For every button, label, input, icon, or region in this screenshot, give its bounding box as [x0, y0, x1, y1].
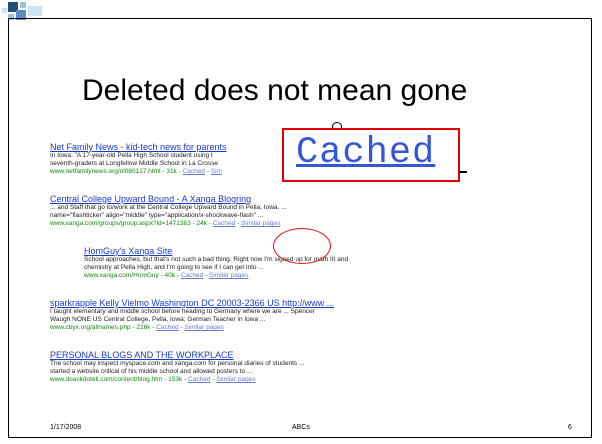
result-snippet: Waugh NONE US Central College, Pella, Io…: [50, 316, 266, 323]
result-title-link[interactable]: PERSONAL BLOGS AND THE WORKPLACE: [50, 350, 304, 360]
result-snippet: In Iowa: "A 17-year-old Pella High Schoo…: [50, 152, 213, 159]
result-snippet: seventh-graders at Longfellow Middle Sch…: [50, 160, 219, 167]
corner-square: [2, 8, 7, 13]
search-result: PERSONAL BLOGS AND THE WORKPLACE The sch…: [50, 350, 304, 384]
result-url: www.doaskdotell.com/content/blog.htm - 1…: [50, 376, 189, 383]
slide-number: 6: [568, 424, 572, 431]
result-url: www.cbyx.org/allnames.php - 226k -: [50, 324, 157, 331]
result-url: www.xanga.com/HomGuy - 40k -: [84, 272, 181, 279]
cached-link[interactable]: Cached: [213, 220, 235, 227]
result-snippet: ... and Staff that go to/work at the Cen…: [50, 204, 287, 211]
result-url: www.netfamilynews.org/nl060127.html - 31…: [50, 168, 183, 175]
similar-pages-link[interactable]: Similar pages: [209, 272, 248, 279]
result-url-line: www.xanga.com/groups/group.aspx?id=14713…: [50, 220, 287, 228]
similar-pages-link[interactable]: Similar pages: [216, 376, 255, 383]
cached-callout-box: Cached: [282, 128, 460, 182]
result-snippet: chemistry at Pella High, and I'm going t…: [84, 264, 264, 271]
cached-callout-link[interactable]: Cached: [296, 132, 435, 174]
corner-square: [28, 6, 42, 16]
result-snippet: The school may inspect myspace.com and x…: [50, 360, 305, 367]
result-title-link[interactable]: Net Family News - kid-tech news for pare…: [50, 142, 227, 152]
corner-square: [20, 2, 26, 8]
result-snippet: I taught elementary and middle school be…: [50, 308, 315, 315]
result-title-link[interactable]: Central College Upward Bound - A Xanga B…: [50, 194, 287, 204]
result-url: www.xanga.com/groups/group.aspx?id=14713…: [50, 220, 213, 227]
similar-pages-link[interactable]: Sim: [211, 168, 222, 175]
result-snippet: started a website critical of his middle…: [50, 368, 253, 375]
cached-link[interactable]: Cached: [188, 376, 210, 383]
footer-date: 1/17/2008: [50, 424, 82, 431]
cached-link[interactable]: Cached: [156, 324, 178, 331]
cached-link[interactable]: Cached: [183, 168, 205, 175]
highlight-circle: [273, 228, 331, 264]
result-url-line: www.xanga.com/HomGuy - 40k - Cached - Si…: [84, 272, 348, 280]
slide-title: Deleted does not mean gone: [82, 74, 468, 107]
result-url-line: www.netfamilynews.org/nl060127.html - 31…: [50, 168, 227, 176]
result-url-line: www.doaskdotell.com/content/blog.htm - 1…: [50, 376, 304, 384]
footer-center: ABCs: [292, 424, 310, 431]
search-result: sparkrapple Kelly Vielmo Washington DC 2…: [50, 298, 334, 332]
result-url-line: www.cbyx.org/allnames.php - 226k - Cache…: [50, 324, 334, 332]
similar-pages-link[interactable]: Similar pages: [184, 324, 223, 331]
similar-pages-link[interactable]: Similar pages: [241, 220, 280, 227]
result-title-link[interactable]: sparkrapple Kelly Vielmo Washington DC 2…: [50, 298, 334, 308]
callout-dash: [459, 171, 467, 173]
result-snippet: name="flashticker" align="middle" type="…: [50, 212, 264, 219]
search-result: Net Family News - kid-tech news for pare…: [50, 142, 227, 176]
search-results-screenshot: Net Family News - kid-tech news for pare…: [50, 142, 543, 414]
search-result: Central College Upward Bound - A Xanga B…: [50, 194, 287, 228]
slide: Deleted does not mean gone Net Family Ne…: [0, 0, 602, 444]
cached-link[interactable]: Cached: [181, 272, 203, 279]
